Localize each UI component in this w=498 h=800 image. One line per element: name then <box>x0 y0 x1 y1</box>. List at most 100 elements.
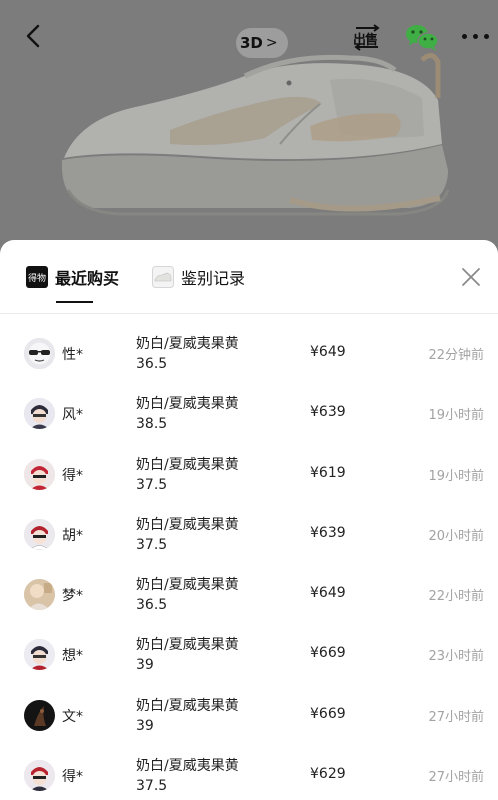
dot-icon <box>484 34 489 39</box>
variant-size: 37.5 <box>136 476 168 493</box>
sneaker-thumbnail-icon <box>152 266 174 288</box>
variant-size: 36.5 <box>136 356 168 372</box>
avatar <box>24 518 55 550</box>
dewu-logo-icon: 得物 <box>26 266 48 288</box>
buyer-name: 文* <box>62 708 83 725</box>
sheet-tab-bar: 得物 最近购买 鉴别记录 <box>0 240 498 314</box>
variant-size: 38.5 <box>136 416 168 433</box>
buyer-name: 梦* <box>62 588 83 605</box>
view-3d-label: 3D <box>240 34 263 52</box>
purchase-row: 风* 奶白/夏威夷果黄 38.5 ¥639 19小时前 <box>0 384 498 444</box>
variant-size: 37.5 <box>136 778 168 795</box>
purchase-price: ¥669 <box>310 705 346 722</box>
variant-color: 奶白/夏威夷果黄 <box>136 516 239 533</box>
purchase-price: ¥639 <box>310 404 346 421</box>
purchase-time: 27小时前 <box>428 770 484 786</box>
dark-photo-avatar-icon <box>24 699 55 731</box>
purchase-row: 文* 奶白/夏威夷果黄 39 ¥669 27小时前 <box>0 686 498 746</box>
purchase-time: 22分钟前 <box>428 348 484 363</box>
variant-color: 奶白/夏威夷果黄 <box>136 456 239 473</box>
purchase-time: 23小时前 <box>428 649 484 665</box>
variant-size: 39 <box>136 717 154 734</box>
purchase-row: 性* 奶白/夏威夷果黄 36.5 ¥649 22分钟前 <box>0 324 498 384</box>
variant-info: 奶白/夏威夷果黄 36.5 <box>136 575 239 615</box>
buyer-name: 性* <box>62 347 83 363</box>
variant-color: 奶白/夏威夷果黄 <box>136 336 239 352</box>
variant-info: 奶白/夏威夷果黄 39 <box>136 696 239 736</box>
tab-recent-label: 最近购买 <box>55 269 120 288</box>
wechat-share-button[interactable] <box>404 22 440 52</box>
chevron-right-icon: > <box>265 35 278 51</box>
variant-color: 奶白/夏威夷果黄 <box>136 758 239 775</box>
close-icon <box>462 268 480 286</box>
variant-size: 36.5 <box>136 597 168 614</box>
active-tab-indicator <box>56 301 93 303</box>
purchase-time: 19小时前 <box>428 408 484 424</box>
purchase-price: ¥669 <box>310 645 346 662</box>
tab-authentication-records[interactable]: 鉴别记录 <box>152 264 245 290</box>
dot-icon <box>473 34 478 39</box>
variant-info: 奶白/夏威夷果黄 37.5 <box>136 455 239 495</box>
purchase-time: 19小时前 <box>428 468 484 484</box>
cartoon-avatar-icon <box>24 518 55 550</box>
purchase-row: 得* 奶白/夏威夷果黄 37.5 ¥629 27小时前 <box>0 746 498 800</box>
purchase-time: 22小时前 <box>428 589 484 605</box>
cartoon-avatar-icon <box>24 760 55 792</box>
cartoon-avatar-icon <box>24 398 55 430</box>
photo-avatar-icon <box>24 579 55 611</box>
product-backdrop: 3D > 出售 <box>0 0 498 260</box>
purchase-list: 性* 奶白/夏威夷果黄 36.5 ¥649 22分钟前 风* 奶白/夏威夷果黄 <box>0 324 498 800</box>
variant-info: 奶白/夏威夷果黄 37.5 <box>136 515 239 555</box>
variant-color: 奶白/夏威夷果黄 <box>136 396 239 413</box>
svg-text:得物: 得物 <box>28 272 46 284</box>
buyer-name: 想* <box>62 648 83 665</box>
variant-color: 奶白/夏威夷果黄 <box>136 577 239 594</box>
variant-color: 奶白/夏威夷果黄 <box>136 637 239 654</box>
buyer-name: 得* <box>62 467 83 484</box>
purchase-row: 想* 奶白/夏威夷果黄 39 ¥669 23小时前 <box>0 625 498 685</box>
variant-size: 39 <box>136 657 154 674</box>
variant-info: 奶白/夏威夷果黄 37.5 <box>136 756 239 796</box>
sunglasses-avatar-icon <box>24 338 55 369</box>
chevron-left-icon <box>26 24 40 48</box>
variant-info: 奶白/夏威夷果黄 36.5 <box>136 334 239 374</box>
purchase-price: ¥649 <box>310 344 346 360</box>
purchase-row: 胡* 奶白/夏威夷果黄 37.5 ¥639 20小时前 <box>0 505 498 565</box>
buyer-name: 风* <box>62 407 83 424</box>
avatar <box>24 760 55 792</box>
top-navigation-bar: 3D > 出售 <box>0 0 498 76</box>
cartoon-avatar-icon <box>24 639 55 671</box>
back-button[interactable] <box>20 22 48 50</box>
buyer-name: 胡* <box>62 527 83 544</box>
view-3d-button[interactable]: 3D > <box>236 28 288 58</box>
purchase-price: ¥649 <box>310 585 346 602</box>
avatar <box>24 639 55 671</box>
variant-color: 奶白/夏威夷果黄 <box>136 697 239 714</box>
close-button[interactable] <box>458 264 484 290</box>
purchase-row: 梦* 奶白/夏威夷果黄 36.5 ¥649 22小时前 <box>0 565 498 625</box>
wechat-icon <box>406 25 439 51</box>
avatar <box>24 458 55 490</box>
cartoon-avatar-icon <box>24 458 55 490</box>
purchase-price: ¥619 <box>310 464 346 481</box>
avatar <box>24 338 55 369</box>
avatar <box>24 579 55 611</box>
dot-icon <box>462 34 467 39</box>
more-options-button[interactable] <box>458 26 492 46</box>
avatar <box>24 398 55 430</box>
recent-purchases-sheet: 得物 最近购买 鉴别记录 性* 奶白/夏威夷果黄 36.5 ¥649 22分钟前… <box>0 240 498 800</box>
avatar <box>24 699 55 731</box>
purchase-price: ¥629 <box>310 766 346 783</box>
tab-auth-label: 鉴别记录 <box>181 269 246 288</box>
purchase-price: ¥639 <box>310 524 346 541</box>
variant-info: 奶白/夏威夷果黄 39 <box>136 635 239 675</box>
variant-info: 奶白/夏威夷果黄 38.5 <box>136 394 239 434</box>
purchase-row: 得* 奶白/夏威夷果黄 37.5 ¥619 19小时前 <box>0 445 498 505</box>
sell-button[interactable]: 出售 <box>352 22 382 52</box>
tab-recent-purchases[interactable]: 得物 最近购买 <box>26 264 119 290</box>
purchase-time: 27小时前 <box>428 709 484 725</box>
variant-size: 37.5 <box>136 536 168 553</box>
purchase-time: 20小时前 <box>428 528 484 544</box>
sell-label: 出售 <box>353 33 378 48</box>
buyer-name: 得* <box>62 769 83 786</box>
